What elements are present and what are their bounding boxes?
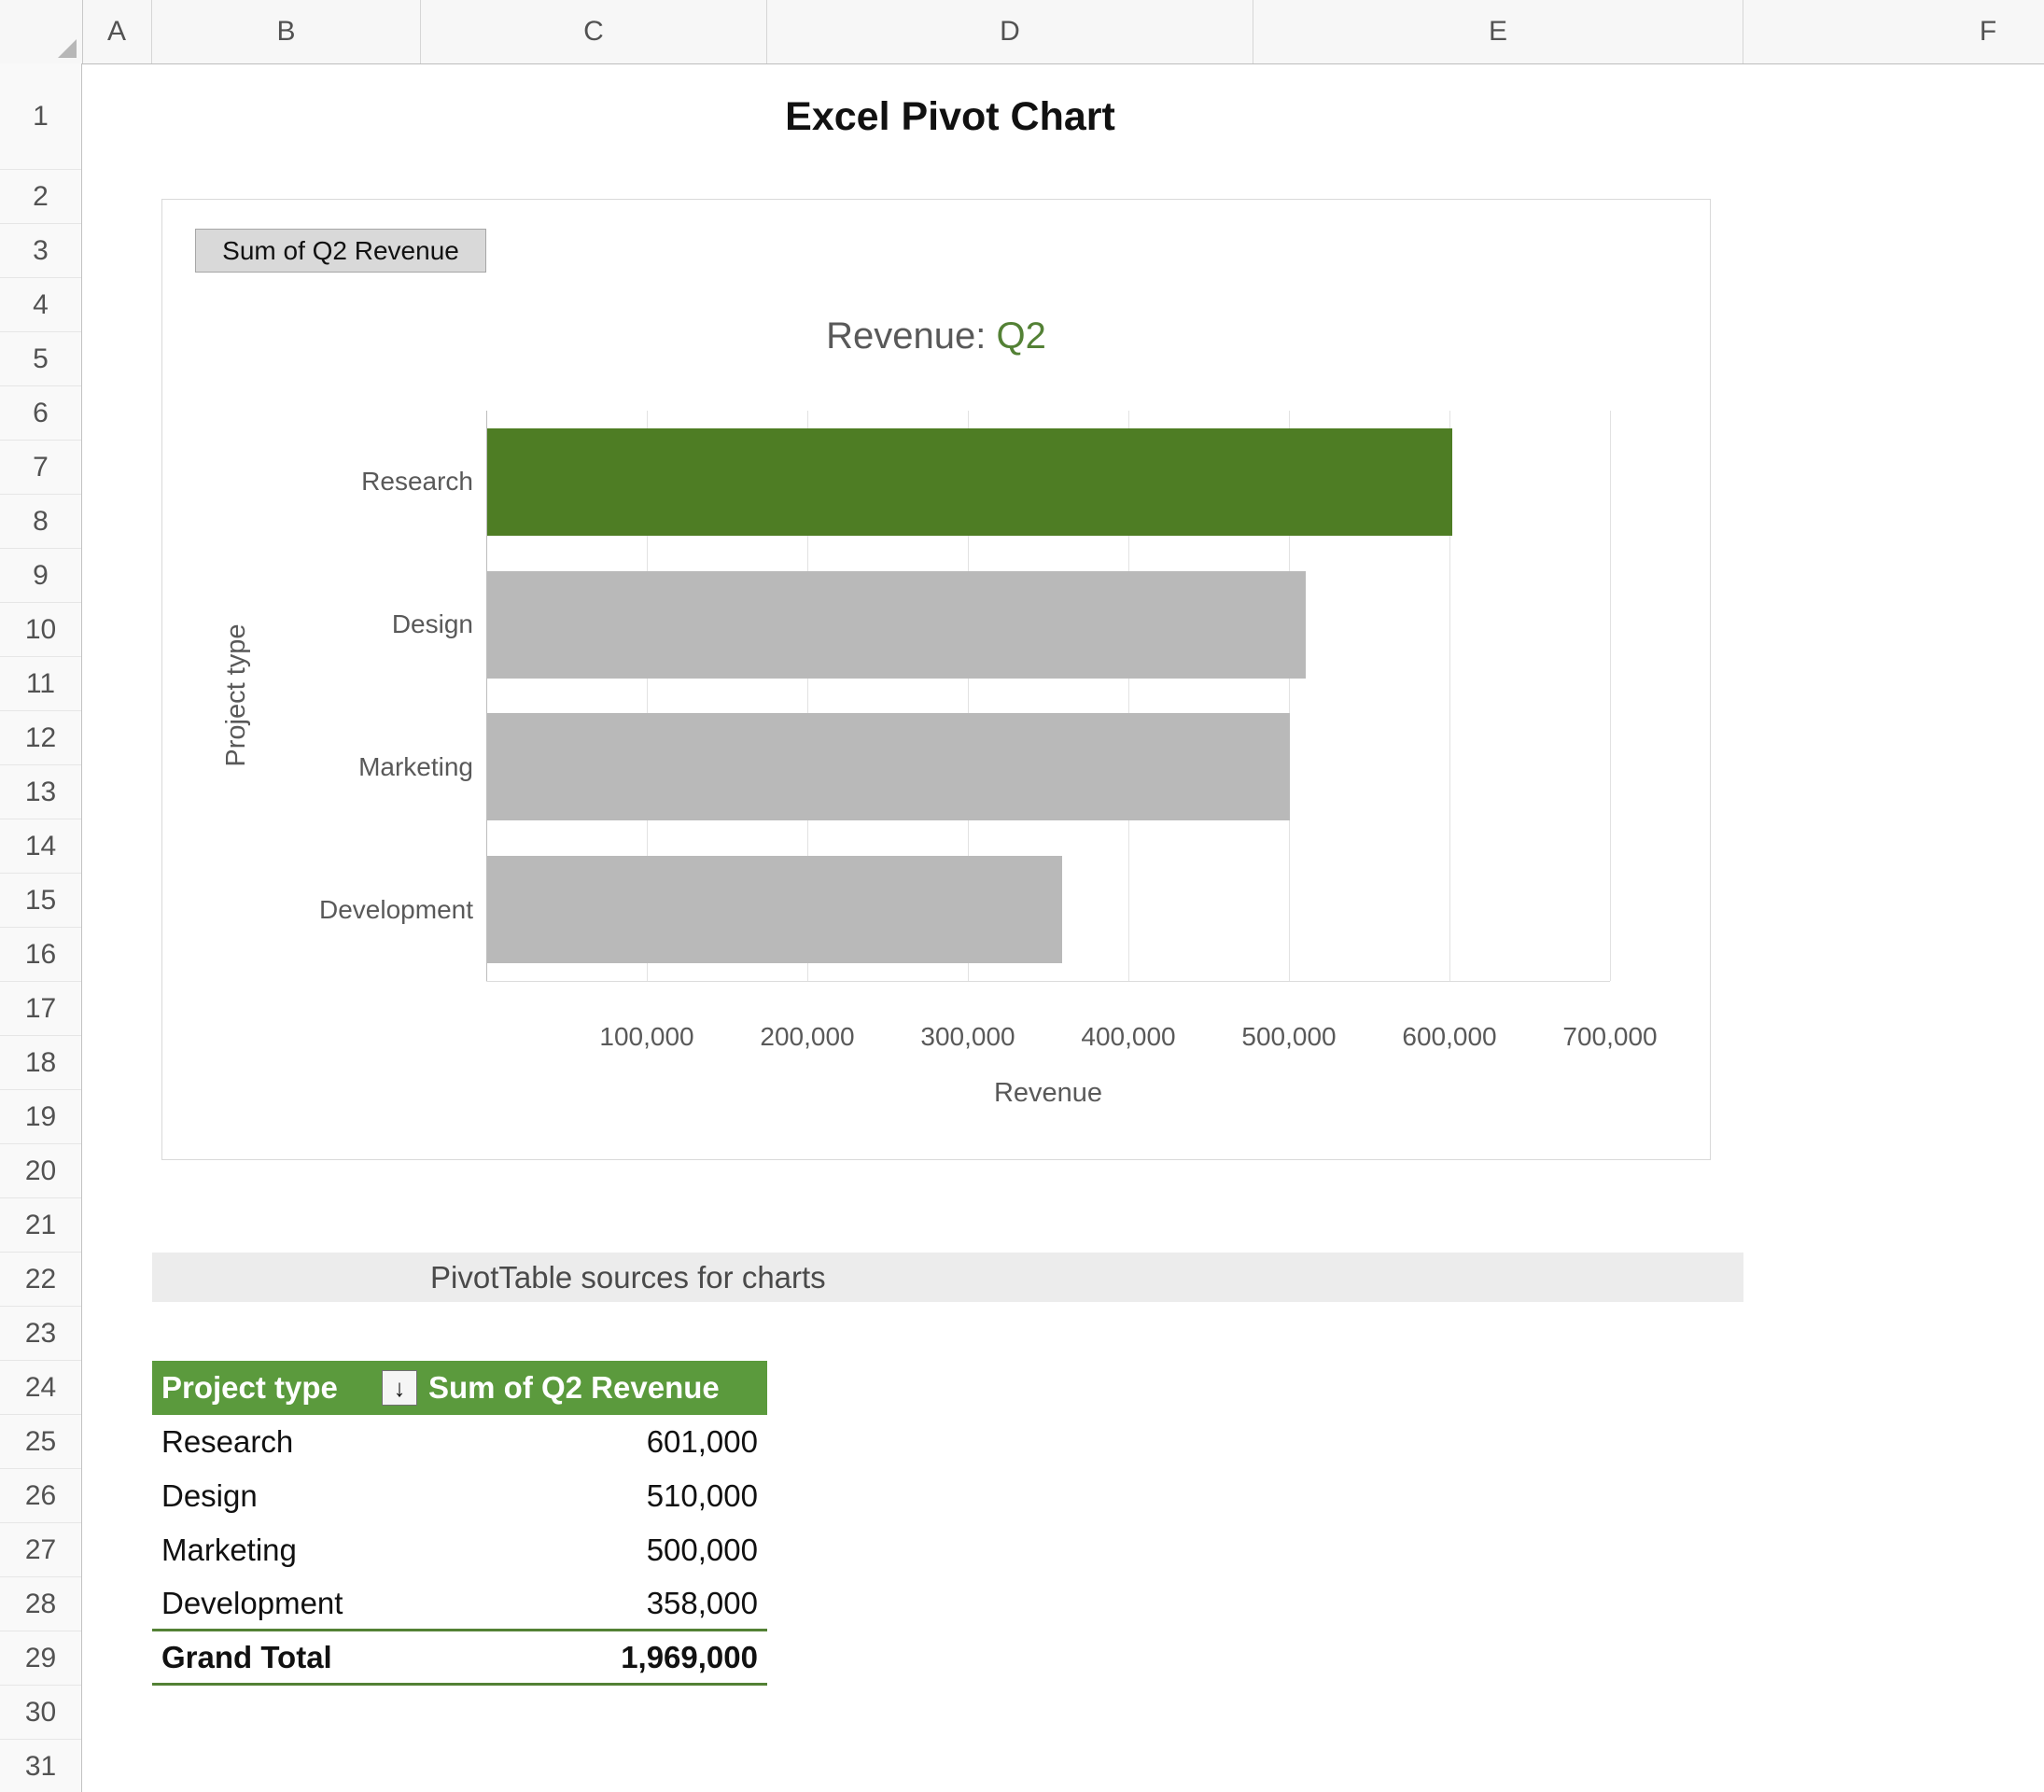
category-label-development: Development bbox=[319, 895, 473, 924]
row-header-8[interactable]: 8 bbox=[0, 495, 81, 549]
row-header-16[interactable]: 16 bbox=[0, 928, 81, 982]
pivot-row-value[interactable]: 510,000 bbox=[421, 1469, 767, 1523]
x-tick-label: 100,000 bbox=[599, 1022, 694, 1051]
column-headers: ABCDEF bbox=[0, 0, 2044, 64]
pivot-row-label[interactable]: Design bbox=[152, 1469, 421, 1523]
pivot-row-development: Development 358,000 bbox=[152, 1577, 767, 1631]
pivot-header-sum-q2-revenue[interactable]: Sum of Q2 Revenue bbox=[421, 1361, 767, 1415]
column-header-C[interactable]: C bbox=[421, 0, 767, 63]
x-tick-label: 200,000 bbox=[760, 1022, 855, 1051]
row-header-19[interactable]: 19 bbox=[0, 1090, 81, 1144]
row-header-4[interactable]: 4 bbox=[0, 278, 81, 332]
bar-marketing[interactable] bbox=[487, 713, 1290, 820]
pivot-table: Project type ↓ Sum of Q2 Revenue Research 60… bbox=[152, 1361, 767, 1686]
category-label-research: Research bbox=[361, 467, 473, 496]
row-header-29[interactable]: 29 bbox=[0, 1631, 81, 1686]
pivot-row-value[interactable]: 358,000 bbox=[421, 1577, 767, 1629]
pivot-sources-banner: PivotTable sources for charts bbox=[152, 1253, 1743, 1302]
pivot-row-value[interactable]: 500,000 bbox=[421, 1523, 767, 1577]
row-header-17[interactable]: 17 bbox=[0, 982, 81, 1036]
row-header-2[interactable]: 2 bbox=[0, 170, 81, 224]
plot-area bbox=[486, 411, 1611, 982]
row-header-1[interactable]: 1 bbox=[0, 63, 81, 170]
pivot-row-marketing: Marketing 500,000 bbox=[152, 1523, 767, 1577]
column-header-A[interactable]: A bbox=[82, 0, 152, 63]
gridline bbox=[1610, 411, 1611, 981]
grand-total-value[interactable]: 1,969,000 bbox=[421, 1631, 767, 1683]
chart-title-highlight: Q2 bbox=[996, 315, 1046, 357]
row-header-22[interactable]: 22 bbox=[0, 1253, 81, 1307]
x-axis-title: Revenue bbox=[993, 1078, 1103, 1108]
pivot-sources-banner-label: PivotTable sources for charts bbox=[430, 1259, 826, 1295]
pivot-field-button[interactable]: Sum of Q2 Revenue bbox=[195, 229, 486, 273]
pivot-row-research: Research 601,000 bbox=[152, 1415, 767, 1469]
row-header-12[interactable]: 12 bbox=[0, 711, 81, 765]
row-header-23[interactable]: 23 bbox=[0, 1307, 81, 1361]
row-header-14[interactable]: 14 bbox=[0, 819, 81, 874]
pivot-chart[interactable]: Sum of Q2 Revenue Revenue: Q2 Project ty… bbox=[161, 199, 1711, 1160]
x-tick-label: 500,000 bbox=[1241, 1022, 1337, 1051]
pivot-header-project-type[interactable]: Project type bbox=[152, 1361, 421, 1415]
bar-research[interactable] bbox=[487, 428, 1452, 536]
category-label-design: Design bbox=[391, 609, 473, 638]
row-header-28[interactable]: 28 bbox=[0, 1577, 81, 1631]
bar-design[interactable] bbox=[487, 571, 1306, 679]
spreadsheet-window: ABCDEF 1 2 3 4 5 6 7 8 9 10 11 12 13 14 15 16 17 18 19 20 21… bbox=[0, 0, 2044, 1792]
row-header-24[interactable]: 24 bbox=[0, 1361, 81, 1415]
pivot-grand-total-row: Grand Total 1,969,000 bbox=[152, 1631, 767, 1686]
row-header-25[interactable]: 25 bbox=[0, 1415, 81, 1469]
row-header-3[interactable]: 3 bbox=[0, 224, 81, 278]
row-header-13[interactable]: 13 bbox=[0, 765, 81, 819]
grand-total-label[interactable]: Grand Total bbox=[152, 1631, 421, 1683]
pivot-row-label[interactable]: Research bbox=[152, 1415, 421, 1469]
column-header-F[interactable]: F bbox=[1743, 0, 2044, 63]
pivot-row-design: Design 510,000 bbox=[152, 1469, 767, 1523]
sheet-title: Excel Pivot Chart bbox=[785, 94, 1115, 139]
sort-descending-icon[interactable]: ↓ bbox=[382, 1370, 417, 1406]
column-header-D[interactable]: D bbox=[767, 0, 1253, 63]
row-header-6[interactable]: 6 bbox=[0, 386, 81, 441]
pivot-row-value[interactable]: 601,000 bbox=[421, 1415, 767, 1469]
row-header-21[interactable]: 21 bbox=[0, 1198, 81, 1253]
x-tick-label: 300,000 bbox=[920, 1022, 1015, 1051]
bar-development[interactable] bbox=[487, 856, 1062, 963]
row-header-9[interactable]: 9 bbox=[0, 549, 81, 603]
select-all-corner[interactable] bbox=[0, 0, 83, 63]
row-headers: 1 2 3 4 5 6 7 8 9 10 11 12 13 14 15 16 17 18 19 20 21 22 23 24 2… bbox=[0, 63, 82, 1792]
row-header-15[interactable]: 15 bbox=[0, 874, 81, 928]
row-header-27[interactable]: 27 bbox=[0, 1523, 81, 1577]
pivot-header-row: Project type ↓ Sum of Q2 Revenue bbox=[152, 1361, 767, 1415]
column-header-E[interactable]: E bbox=[1253, 0, 1743, 63]
column-header-B[interactable]: B bbox=[152, 0, 421, 63]
row-header-7[interactable]: 7 bbox=[0, 441, 81, 495]
row-header-10[interactable]: 10 bbox=[0, 603, 81, 657]
row-header-11[interactable]: 11 bbox=[0, 657, 81, 711]
category-label-marketing: Marketing bbox=[358, 752, 473, 781]
row-header-5[interactable]: 5 bbox=[0, 332, 81, 386]
x-tick-label: 600,000 bbox=[1402, 1022, 1497, 1051]
x-tick-label: 400,000 bbox=[1081, 1022, 1176, 1051]
row-header-30[interactable]: 30 bbox=[0, 1686, 81, 1740]
chart-title-prefix: Revenue: bbox=[826, 315, 997, 357]
pivot-row-label[interactable]: Marketing bbox=[152, 1523, 421, 1577]
row-header-20[interactable]: 20 bbox=[0, 1144, 81, 1198]
chart-title: Revenue: Q2 bbox=[162, 310, 1710, 362]
pivot-row-label[interactable]: Development bbox=[152, 1577, 421, 1629]
row-header-31[interactable]: 31 bbox=[0, 1740, 81, 1792]
select-all-icon bbox=[58, 39, 77, 58]
y-axis-title: Project type bbox=[221, 623, 251, 767]
x-tick-label: 700,000 bbox=[1562, 1022, 1658, 1051]
row-header-18[interactable]: 18 bbox=[0, 1036, 81, 1090]
row-header-26[interactable]: 26 bbox=[0, 1469, 81, 1523]
